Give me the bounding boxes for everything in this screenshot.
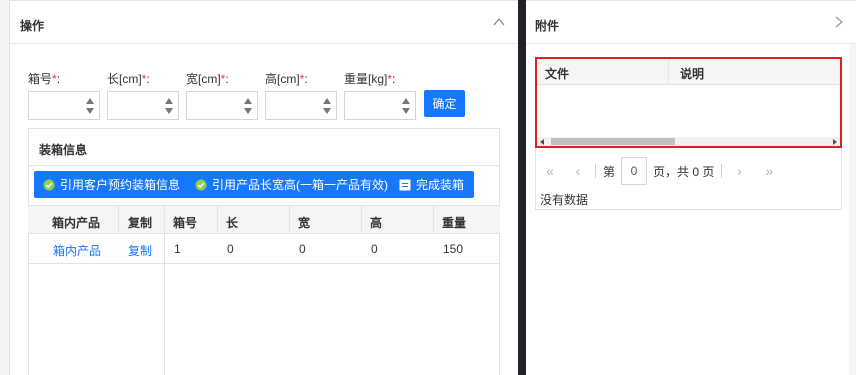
weight-label: 重量[kg]*: <box>344 72 396 86</box>
column-header[interactable]: 宽 <box>298 214 310 231</box>
spin-up-icon[interactable] <box>164 97 174 105</box>
height-stepper[interactable] <box>265 91 337 120</box>
complete-packing-button[interactable]: 完成装箱 <box>390 171 475 198</box>
packing-grid-frozen: 箱内产品 复制 箱内产品 复制 <box>28 205 165 375</box>
column-separator <box>668 59 669 84</box>
column-separator <box>217 206 218 234</box>
length-stepper[interactable] <box>107 91 179 120</box>
operation-panel-title: 操作 <box>20 19 45 33</box>
table-row[interactable]: 1 0 0 0 150 <box>165 234 500 264</box>
column-separator <box>118 206 119 234</box>
height-input[interactable] <box>266 92 318 119</box>
width-label: 宽[cm]*: <box>186 72 229 86</box>
attachment-panel-header[interactable]: 附件 <box>526 0 856 44</box>
chevron-right-icon[interactable] <box>832 15 846 29</box>
box-no-cell: 1 <box>174 242 181 256</box>
width-input[interactable] <box>187 92 239 119</box>
length-input[interactable] <box>108 92 160 119</box>
spin-down-icon[interactable] <box>401 107 411 115</box>
weight-stepper[interactable] <box>344 91 416 120</box>
column-header[interactable]: 文件 <box>545 65 569 82</box>
spin-up-icon[interactable] <box>85 97 95 105</box>
ref-customer-button[interactable]: 引用客户预约装箱信息 <box>34 171 191 198</box>
column-header[interactable]: 高 <box>370 214 382 231</box>
weight-input[interactable] <box>345 92 397 119</box>
column-header[interactable]: 长 <box>226 214 238 231</box>
left-gutter <box>0 0 9 375</box>
vertical-scrollbar[interactable] <box>849 44 856 375</box>
attachment-table: 文件 说明 <box>535 57 842 148</box>
check-circle-icon <box>43 179 55 190</box>
grid-header: 箱内产品 复制 <box>28 205 164 234</box>
width-cell: 0 <box>299 242 306 256</box>
grid-header: 箱号 长 宽 高 重量 <box>165 205 500 234</box>
table-row[interactable]: 箱内产品 复制 <box>28 234 164 264</box>
form-icon <box>399 179 411 190</box>
attachment-table-header: 文件 说明 <box>537 59 840 85</box>
product-link[interactable]: 箱内产品 <box>53 242 101 259</box>
next-page-icon[interactable]: › <box>729 163 749 179</box>
length-label: 长[cm]*: <box>107 72 150 86</box>
chevron-up-icon[interactable] <box>492 15 506 29</box>
panel-splitter[interactable] <box>518 0 526 375</box>
packing-grid: 箱号 长 宽 高 重量 1 0 0 0 150 <box>165 205 500 375</box>
pagination: « ‹ 第 页，共 0 页 › » <box>540 157 779 185</box>
first-page-icon[interactable]: « <box>540 163 560 179</box>
column-header[interactable]: 说明 <box>680 65 704 82</box>
spin-down-icon[interactable] <box>164 107 174 115</box>
scrollbar-thumb[interactable] <box>551 138 675 145</box>
page-prefix: 第 <box>603 164 616 179</box>
spin-up-icon[interactable] <box>401 97 411 105</box>
ref-product-button[interactable]: 引用产品长宽高(一箱一产品有效) <box>186 171 398 198</box>
packing-info-title: 装箱信息 <box>39 143 88 157</box>
box-no-input[interactable] <box>29 92 81 119</box>
weight-cell: 150 <box>443 242 464 256</box>
column-header[interactable]: 重量 <box>442 214 466 231</box>
divider <box>29 165 499 166</box>
spin-up-icon[interactable] <box>322 97 332 105</box>
complete-packing-label: 完成装箱 <box>416 178 465 192</box>
empty-state-text: 没有数据 <box>540 193 589 207</box>
scroll-left-icon[interactable] <box>540 139 544 145</box>
pager-divider <box>595 164 596 178</box>
ref-customer-label: 引用客户预约装箱信息 <box>60 178 181 192</box>
column-separator <box>361 206 362 234</box>
spin-down-icon[interactable] <box>243 107 253 115</box>
horizontal-scrollbar[interactable] <box>537 137 840 146</box>
copy-link[interactable]: 复制 <box>128 242 152 259</box>
spin-up-icon[interactable] <box>243 97 253 105</box>
height-label: 高[cm]*: <box>265 72 308 86</box>
check-circle-icon <box>195 179 207 190</box>
length-cell: 0 <box>227 242 234 256</box>
column-separator <box>289 206 290 234</box>
ref-product-label: 引用产品长宽高(一箱一产品有效) <box>212 178 388 192</box>
pager-divider <box>721 164 723 178</box>
column-header[interactable]: 箱内产品 <box>52 214 100 231</box>
spin-down-icon[interactable] <box>85 107 95 115</box>
width-stepper[interactable] <box>186 91 258 120</box>
spin-down-icon[interactable] <box>322 107 332 115</box>
page-number-input[interactable] <box>621 157 648 185</box>
column-separator <box>433 206 434 234</box>
page-suffix: 页，共 0 页 <box>653 164 715 179</box>
column-header[interactable]: 箱号 <box>173 214 197 231</box>
height-cell: 0 <box>371 242 378 256</box>
scroll-right-icon[interactable] <box>833 139 837 145</box>
column-header[interactable]: 复制 <box>128 214 152 231</box>
attachment-panel-title: 附件 <box>535 19 560 33</box>
confirm-button[interactable]: 确定 <box>424 90 465 117</box>
last-page-icon[interactable]: » <box>759 163 779 179</box>
box-no-stepper[interactable] <box>28 91 100 120</box>
operation-panel-header[interactable]: 操作 <box>10 0 518 44</box>
box-no-label: 箱号*: <box>28 72 61 86</box>
prev-page-icon[interactable]: ‹ <box>568 163 588 179</box>
